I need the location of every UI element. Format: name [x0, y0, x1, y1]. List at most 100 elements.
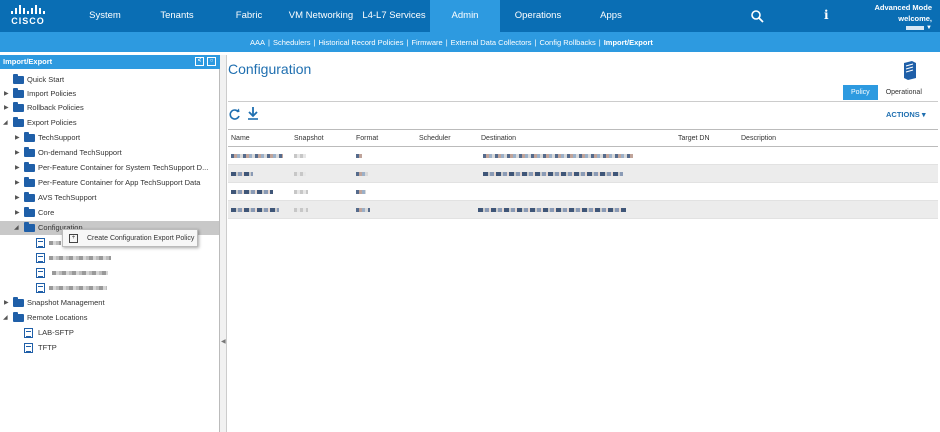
column-header-scheduler[interactable]: Scheduler [419, 135, 451, 142]
tree-item-rollback-policies[interactable]: ▶ Rollback Policies [0, 101, 219, 115]
nav-tenants[interactable]: Tenants [150, 0, 204, 32]
user-menu[interactable]: ▼ [906, 25, 932, 31]
subnav-separator: | [406, 38, 409, 47]
tree-item-label: Quick Start [27, 75, 65, 84]
folder-icon [24, 222, 35, 232]
subnav-import-export[interactable]: Import/Export [604, 38, 653, 47]
tree-item-export-policy[interactable] [0, 251, 219, 265]
nav-fabric[interactable]: Fabric [224, 0, 274, 32]
download-icon[interactable] [247, 107, 259, 120]
tree-item-per-feature-system-techsupport[interactable]: ▶ Per-Feature Container for System TechS… [0, 161, 219, 175]
table-row[interactable] [228, 183, 938, 201]
tab-policy[interactable]: Policy [843, 85, 878, 100]
redacted-name-cell [231, 190, 273, 194]
subnav-historical-record-policies[interactable]: Historical Record Policies [318, 38, 403, 47]
column-header-name[interactable]: Name [231, 135, 250, 142]
redacted-destination-cell [478, 208, 626, 212]
redacted-destination-cell [483, 154, 633, 158]
redacted-format-cell [356, 208, 370, 212]
expand-arrow-icon[interactable]: ▶ [15, 146, 20, 160]
expand-arrow-icon[interactable]: ▶ [15, 191, 20, 205]
tree-item-tftp[interactable]: TFTP [0, 341, 219, 355]
subnav-external-data-collectors[interactable]: External Data Collectors [451, 38, 532, 47]
redacted-snapshot-cell [294, 172, 306, 176]
splitter-arrow-icon[interactable]: ◀ [221, 338, 226, 345]
nav-apps[interactable]: Apps [588, 0, 634, 32]
tree-item-label: TFTP [38, 343, 57, 352]
expand-arrow-icon[interactable]: ▶ [4, 296, 9, 310]
column-header-target-dn[interactable]: Target DN [678, 135, 710, 142]
tab-operational[interactable]: Operational [878, 85, 930, 100]
advanced-mode-label[interactable]: Advanced Mode [874, 2, 932, 13]
subnav-config-rollbacks[interactable]: Config Rollbacks [539, 38, 595, 47]
subnav-separator: | [313, 38, 316, 47]
search-icon[interactable] [750, 9, 764, 23]
expand-arrow-icon[interactable]: ▶ [15, 206, 20, 220]
tree-item-techsupport[interactable]: ▶ TechSupport [0, 131, 219, 145]
panel-settings-icon[interactable]: ○ [207, 57, 216, 66]
redacted-destination-cell [483, 172, 623, 176]
table-row[interactable] [228, 165, 938, 183]
header-divider [228, 101, 938, 102]
expand-arrow-icon[interactable]: ▶ [4, 87, 9, 101]
create-configuration-export-policy-item[interactable]: Create Configuration Export Policy [87, 230, 194, 248]
tree-item-label: Export Policies [27, 118, 77, 127]
expand-arrow-icon[interactable]: ▶ [15, 131, 20, 145]
redacted-format-cell [356, 154, 362, 158]
column-header-snapshot[interactable]: Snapshot [294, 135, 324, 142]
subnav-schedulers[interactable]: Schedulers [273, 38, 311, 47]
top-navigation-bar: CISCO System Tenants Fabric VM Networkin… [0, 0, 940, 32]
tree-item-label: Snapshot Management [27, 298, 105, 307]
subnav-aaa[interactable]: AAA [250, 38, 265, 47]
expand-arrow-icon[interactable]: ▶ [4, 101, 9, 115]
nav-operations[interactable]: Operations [506, 0, 570, 32]
tree-item-lab-sftp[interactable]: LAB-SFTP [0, 326, 219, 340]
tree-item-export-policy[interactable] [0, 281, 219, 295]
policy-table: Name Snapshot Format Scheduler Destinati… [228, 129, 938, 219]
collapse-arrow-icon[interactable]: ◢ [14, 221, 19, 235]
panel-splitter[interactable]: ◀ [220, 55, 227, 432]
column-header-description[interactable]: Description [741, 135, 776, 142]
cisco-logo[interactable]: CISCO [8, 5, 48, 27]
tree-item-snapshot-management[interactable]: ▶ Snapshot Management [0, 296, 219, 310]
expand-arrow-icon[interactable]: ▶ [15, 176, 20, 190]
table-row[interactable] [228, 201, 938, 219]
tree-item-avs-techsupport[interactable]: ▶ AVS TechSupport [0, 191, 219, 205]
collapse-arrow-icon[interactable]: ◢ [3, 311, 8, 325]
remote-location-icon [24, 343, 33, 353]
redacted-name-cell [231, 154, 283, 158]
collapse-arrow-icon[interactable]: ◢ [3, 116, 8, 130]
table-header: Name Snapshot Format Scheduler Destinati… [228, 130, 938, 147]
column-header-destination[interactable]: Destination [481, 135, 516, 142]
info-icon[interactable]: i [824, 8, 829, 22]
column-header-format[interactable]: Format [356, 135, 378, 142]
folder-icon [24, 192, 35, 202]
table-row[interactable] [228, 147, 938, 165]
nav-system[interactable]: System [78, 0, 132, 32]
tree-item-core[interactable]: ▶ Core [0, 206, 219, 220]
tree-item-remote-locations[interactable]: ◢ Remote Locations [0, 311, 219, 325]
nav-vm-networking[interactable]: VM Networking [286, 0, 356, 32]
panel-title: Import/Export [3, 57, 53, 66]
tree-item-per-feature-app-techsupport[interactable]: ▶ Per-Feature Container for App TechSupp… [0, 176, 219, 190]
redacted-policy-name [49, 286, 107, 290]
nav-l4-l7-services[interactable]: L4-L7 Services [358, 0, 430, 32]
tree-item-export-policies[interactable]: ◢ Export Policies [0, 116, 219, 130]
subnav-separator: | [268, 38, 270, 47]
tree-item-label: AVS TechSupport [38, 193, 97, 202]
subnav-items: AAA | Schedulers | Historical Record Policie… [250, 38, 653, 47]
tree-item-label: Import Policies [27, 89, 77, 98]
collapse-panel-icon[interactable]: < [195, 57, 204, 66]
refresh-icon[interactable] [228, 108, 241, 121]
sub-navigation-bar: AAA | Schedulers | Historical Record Policie… [0, 32, 940, 52]
tree-item-export-policy[interactable] [0, 266, 219, 280]
tree-item-quick-start[interactable]: Quick Start [0, 73, 219, 87]
nav-admin[interactable]: Admin [430, 0, 500, 32]
tree-item-import-policies[interactable]: ▶ Import Policies [0, 87, 219, 101]
subnav-firmware[interactable]: Firmware [411, 38, 442, 47]
policy-document-icon [36, 268, 45, 278]
subnav-separator: | [598, 38, 601, 47]
tree-item-on-demand-techsupport[interactable]: ▶ On-demand TechSupport [0, 146, 219, 160]
actions-menu-button[interactable]: ACTIONS ▾ [886, 110, 926, 119]
expand-arrow-icon[interactable]: ▶ [15, 161, 20, 175]
